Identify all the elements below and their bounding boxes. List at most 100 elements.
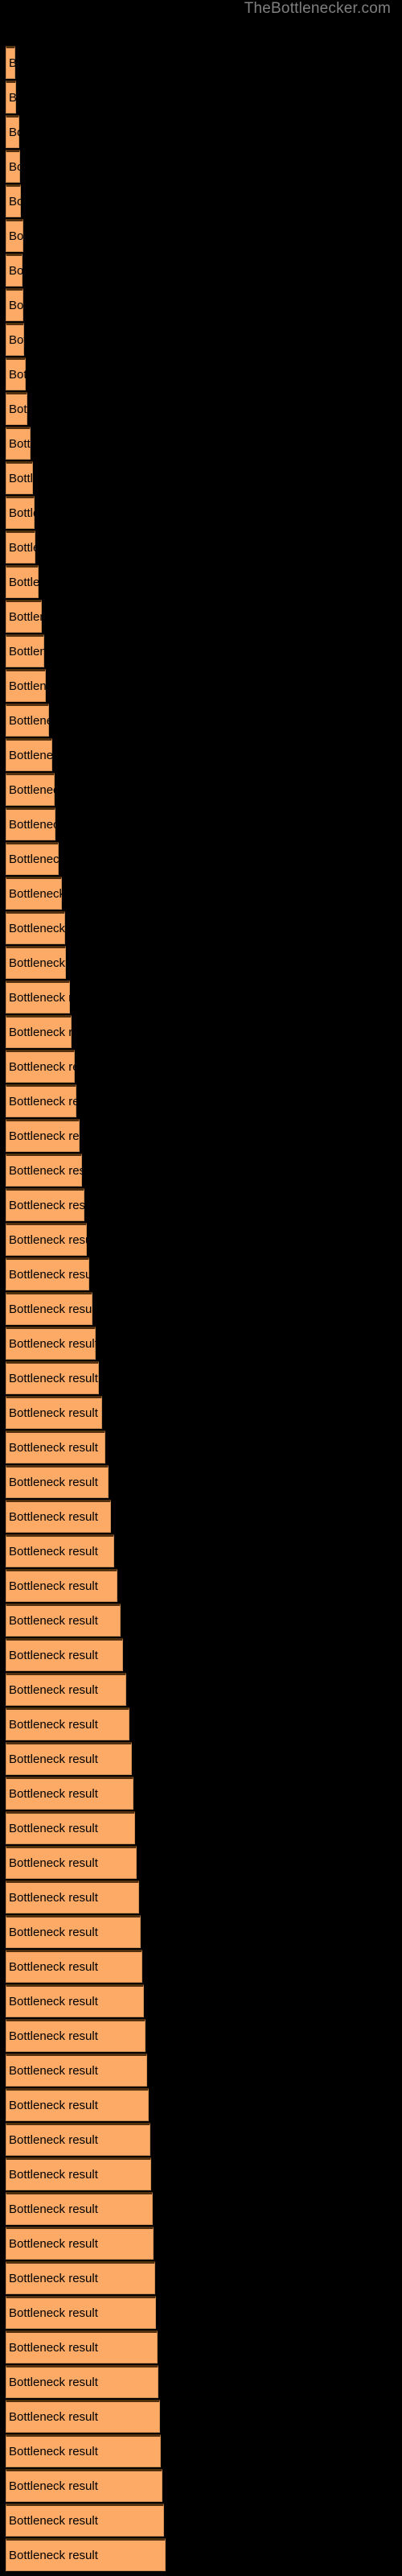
- bar-label-clip: Bottleneck result: [6, 1361, 99, 1394]
- table-row[interactable]: Bottleneck result: [6, 288, 23, 321]
- table-row[interactable]: Bottleneck result: [6, 219, 23, 252]
- bar-label-clip: Bottleneck result: [6, 2434, 161, 2467]
- table-row[interactable]: Bottleneck result: [6, 1050, 75, 1083]
- table-row[interactable]: Bottleneck result: [6, 1119, 80, 1152]
- bar-label-clip: Bottleneck result: [6, 1673, 126, 1706]
- table-row[interactable]: Bottleneck result: [6, 427, 31, 460]
- bar-label-clip: Bottleneck result: [6, 1707, 129, 1740]
- bar-label: Bottleneck result: [9, 1199, 84, 1212]
- table-row[interactable]: Bottleneck result: [6, 2019, 146, 2052]
- table-row[interactable]: Bottleneck result: [6, 1292, 92, 1325]
- table-row[interactable]: Bottleneck result: [6, 1223, 87, 1256]
- table-row[interactable]: Bottleneck result: [6, 669, 46, 702]
- table-row[interactable]: Bottleneck result: [6, 600, 42, 633]
- bar-label: Bottleneck result: [9, 126, 19, 139]
- table-row[interactable]: Bottleneck result: [6, 2157, 151, 2190]
- table-row[interactable]: Bottleneck result: [6, 1396, 102, 1429]
- table-row[interactable]: Bottleneck result: [6, 357, 26, 390]
- table-row[interactable]: Bottleneck result: [6, 1465, 109, 1498]
- table-row[interactable]: Bottleneck result: [6, 1604, 121, 1637]
- bar-label: Bottleneck result: [9, 1683, 98, 1697]
- table-row[interactable]: Bottleneck result: [6, 842, 59, 875]
- bar-label: Bottleneck result: [9, 2099, 98, 2112]
- table-row[interactable]: Bottleneck result: [6, 1015, 72, 1048]
- table-row[interactable]: Bottleneck result: [6, 1742, 132, 1775]
- table-row[interactable]: Bottleneck result: [6, 2400, 160, 2433]
- table-row[interactable]: Bottleneck result: [6, 254, 23, 287]
- table-row[interactable]: Bottleneck result: [6, 2504, 164, 2537]
- table-row[interactable]: Bottleneck result: [6, 150, 20, 183]
- table-row[interactable]: Bottleneck result: [6, 1534, 114, 1567]
- bar-label-clip: Bottleneck result: [6, 669, 46, 702]
- bar-label: Bottleneck result: [9, 1302, 92, 1316]
- table-row[interactable]: Bottleneck result: [6, 2365, 158, 2398]
- bar-label-clip: Bottleneck result: [6, 2296, 156, 2329]
- bar-label-clip: Bottleneck result: [6, 392, 27, 425]
- table-row[interactable]: Bottleneck result: [6, 1673, 126, 1706]
- table-row[interactable]: Bottleneck result: [6, 1846, 137, 1879]
- table-row[interactable]: Bottleneck result: [6, 1950, 142, 1983]
- table-row[interactable]: Bottleneck result: [6, 323, 24, 356]
- table-row[interactable]: Bottleneck result: [6, 911, 65, 944]
- bar-label: Bottleneck result: [9, 1026, 72, 1039]
- table-row[interactable]: Bottleneck result: [6, 1084, 76, 1117]
- table-row[interactable]: Bottleneck result: [6, 496, 35, 529]
- bar-label-clip: Bottleneck result: [6, 80, 16, 114]
- table-row[interactable]: Bottleneck result: [6, 1430, 105, 1463]
- table-row[interactable]: Bottleneck result: [6, 1327, 96, 1360]
- table-row[interactable]: Bottleneck result: [6, 738, 52, 771]
- table-row[interactable]: Bottleneck result: [6, 946, 66, 979]
- table-row[interactable]: Bottleneck result: [6, 2296, 156, 2329]
- table-row[interactable]: Bottleneck result: [6, 1638, 123, 1671]
- table-row[interactable]: Bottleneck result: [6, 2192, 153, 2225]
- table-row[interactable]: Bottleneck result: [6, 2538, 166, 2571]
- table-row[interactable]: Bottleneck result: [6, 634, 44, 667]
- table-row[interactable]: Bottleneck result: [6, 461, 33, 494]
- table-row[interactable]: Bottleneck result: [6, 1257, 89, 1290]
- table-row[interactable]: Bottleneck result: [6, 2227, 154, 2260]
- bar-label: Bottleneck result: [9, 887, 62, 901]
- table-row[interactable]: Bottleneck result: [6, 1915, 141, 1948]
- table-row[interactable]: Bottleneck result: [6, 115, 19, 148]
- table-row[interactable]: Bottleneck result: [6, 2330, 158, 2363]
- bar-label-clip: Bottleneck result: [6, 2330, 158, 2363]
- table-row[interactable]: Bottleneck result: [6, 1777, 133, 1810]
- bar-label: Bottleneck result: [9, 1095, 76, 1108]
- table-row[interactable]: Bottleneck result: [6, 46, 15, 79]
- table-row[interactable]: Bottleneck result: [6, 2123, 150, 2156]
- bar-label-clip: Bottleneck result: [6, 2227, 154, 2260]
- table-row[interactable]: Bottleneck result: [6, 2261, 155, 2294]
- table-row[interactable]: Bottleneck result: [6, 1361, 99, 1394]
- table-row[interactable]: Bottleneck result: [6, 980, 70, 1013]
- table-row[interactable]: Bottleneck result: [6, 704, 49, 737]
- table-row[interactable]: Bottleneck result: [6, 1880, 139, 1913]
- bar-label-clip: Bottleneck result: [6, 1465, 109, 1498]
- table-row[interactable]: Bottleneck result: [6, 877, 62, 910]
- table-row[interactable]: Bottleneck result: [6, 2054, 147, 2087]
- table-row[interactable]: Bottleneck result: [6, 80, 16, 114]
- bar-label: Bottleneck result: [9, 2549, 98, 2562]
- bar-label: Bottleneck result: [9, 368, 26, 382]
- bar-label-clip: Bottleneck result: [6, 2019, 146, 2052]
- table-row[interactable]: Bottleneck result: [6, 1188, 84, 1221]
- table-row[interactable]: Bottleneck result: [6, 1500, 111, 1533]
- bar-label: Bottleneck result: [9, 2341, 98, 2355]
- table-row[interactable]: Bottleneck result: [6, 184, 21, 217]
- table-row[interactable]: Bottleneck result: [6, 807, 55, 840]
- table-row[interactable]: Bottleneck result: [6, 565, 39, 598]
- table-row[interactable]: Bottleneck result: [6, 2434, 161, 2467]
- table-row[interactable]: Bottleneck result: [6, 1707, 129, 1740]
- table-row[interactable]: Bottleneck result: [6, 392, 27, 425]
- bar-label-clip: Bottleneck result: [6, 877, 62, 910]
- bar-label: Bottleneck result: [9, 645, 44, 658]
- table-row[interactable]: Bottleneck result: [6, 2469, 162, 2502]
- table-row[interactable]: Bottleneck result: [6, 1154, 82, 1187]
- table-row[interactable]: Bottleneck result: [6, 1811, 135, 1844]
- bar-label-clip: Bottleneck result: [6, 1223, 87, 1256]
- table-row[interactable]: Bottleneck result: [6, 530, 35, 564]
- table-row[interactable]: Bottleneck result: [6, 773, 55, 806]
- table-row[interactable]: Bottleneck result: [6, 1984, 144, 2017]
- table-row[interactable]: Bottleneck result: [6, 1569, 117, 1602]
- bar-label: Bottleneck result: [9, 299, 23, 312]
- table-row[interactable]: Bottleneck result: [6, 2088, 149, 2121]
